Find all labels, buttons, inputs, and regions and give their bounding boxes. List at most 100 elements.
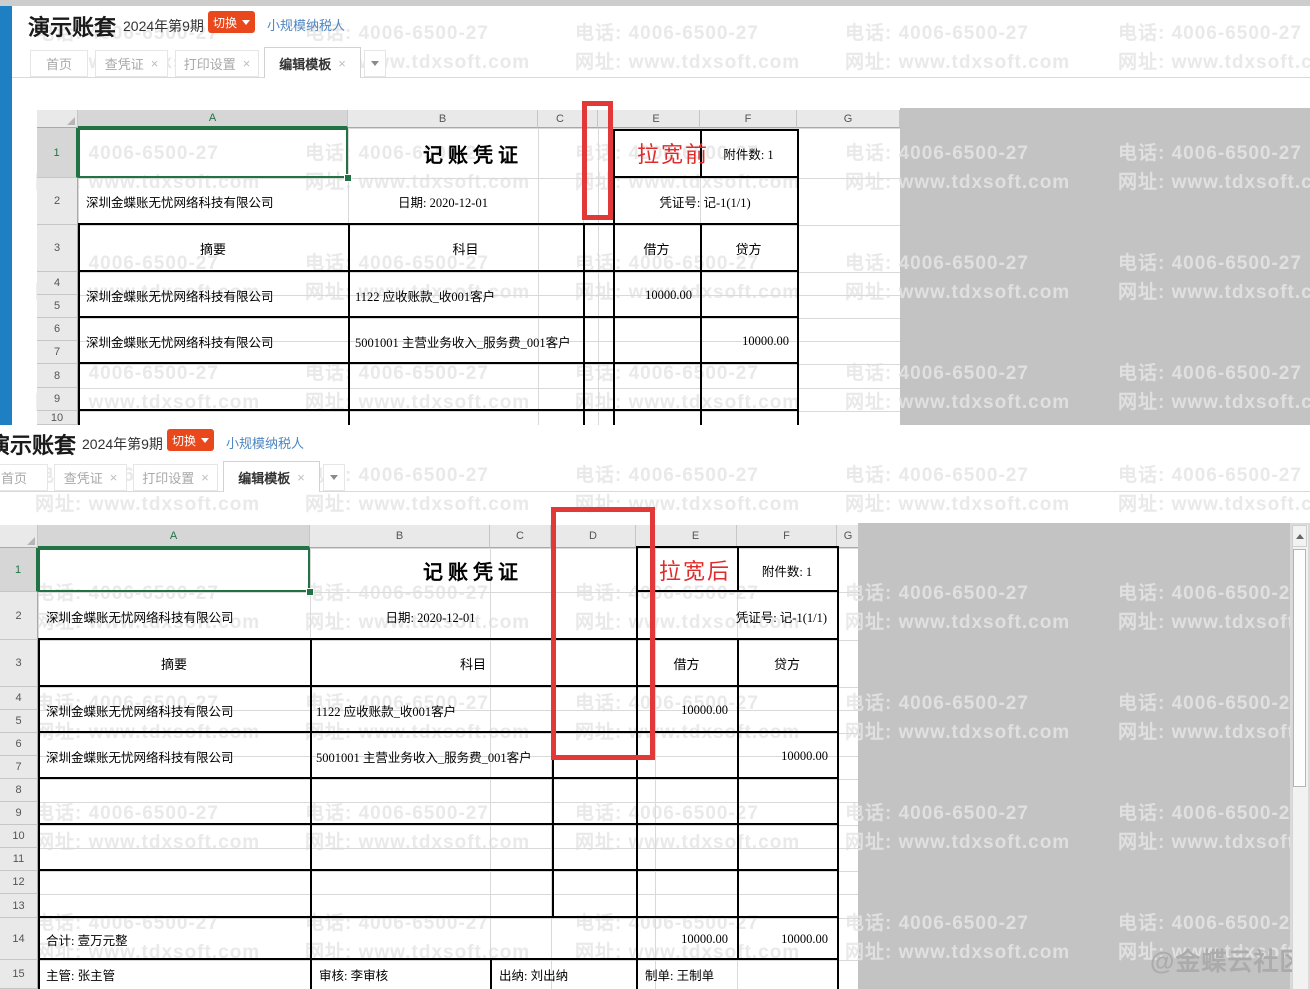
row-header-1[interactable]: 1 [37,128,78,178]
selection-fill-handle[interactable] [306,588,314,596]
cell-voucher_no[interactable]: 凭证号: 记-1(1/1) [636,592,832,640]
cell-company[interactable]: 深圳金蝶账无忧网络科技有限公司 [82,318,344,364]
cell-cashier[interactable]: 出纳: 刘出纳 [495,960,635,989]
cell-entry1_debit[interactable]: 10000.00 [613,272,697,318]
cell-before_label[interactable]: 拉宽前 [613,128,733,178]
cell-company[interactable]: 深圳金蝶账无忧网络科技有限公司 [42,733,308,779]
tab-label: 编辑模板 [238,468,290,487]
row-header-15[interactable]: 15 [0,960,38,989]
cell-preparer[interactable]: 制单: 王制单 [641,960,831,989]
cell-total_debit[interactable]: 10000.00 [636,918,733,960]
scroll-up-button[interactable] [1292,525,1307,547]
cell-company[interactable]: 深圳金蝶账无忧网络科技有限公司 [42,592,308,640]
switch-account-button[interactable]: 切换 [208,11,255,33]
row-header-3[interactable]: 3 [37,225,78,272]
row-header-1[interactable]: 1 [0,548,38,592]
column-header-E[interactable]: E [655,525,737,548]
switch-account-button[interactable]: 切换 [167,429,214,451]
row-header-11[interactable]: 11 [0,848,38,871]
column-header-G[interactable]: G [797,110,900,128]
tab-打印设置[interactable]: 打印设置× [175,50,259,77]
cell-entry1_account[interactable]: 1122 应收账款_收001客户 [351,272,581,318]
cell-col_account[interactable]: 科目 [348,225,583,272]
cell-date[interactable]: 日期: 2020-12-01 [348,178,538,225]
row-header-7[interactable]: 7 [37,341,78,364]
column-header-G[interactable]: G [837,525,860,548]
column-header-F[interactable]: F [700,110,797,128]
screenshot-after: 演示账套 2024年第9期 切换 小规模纳税人 首页查凭证×打印设置×编辑模板×… [0,425,1310,989]
row-header-14[interactable]: 14 [0,918,38,960]
cell-entry2_credit[interactable]: 10000.00 [700,318,794,364]
tab-查凭证[interactable]: 查凭证× [95,50,168,77]
tab-list-dropdown[interactable] [323,464,345,491]
cell-company[interactable]: 深圳金蝶账无忧网络科技有限公司 [82,272,344,318]
column-header-E[interactable]: E [613,110,700,128]
cell-attachments[interactable]: 附件数: 1 [737,548,837,592]
tab-首页[interactable]: 首页 [30,50,88,77]
select-all-corner[interactable] [37,110,78,128]
cell-entry2_account[interactable]: 5001001 主营业务收入_服务费_001客户 [351,318,581,364]
close-icon[interactable]: × [243,56,251,71]
cell-after_label[interactable]: 拉宽后 [640,548,750,592]
row-header-13[interactable]: 13 [0,894,38,918]
cell-date[interactable]: 日期: 2020-12-01 [310,592,551,640]
voucher-border [78,409,799,411]
cell-col_debit[interactable]: 借方 [613,225,700,272]
tab-首页[interactable]: 首页 [0,464,48,491]
row-header-3[interactable]: 3 [0,640,38,687]
cell-total_credit[interactable]: 10000.00 [737,918,833,960]
row-header-6[interactable]: 6 [37,318,78,341]
tab-打印设置[interactable]: 打印设置× [133,464,218,491]
row-header-2[interactable]: 2 [37,178,78,225]
cell-col_summary[interactable]: 摘要 [38,640,310,687]
close-icon[interactable]: × [201,470,209,485]
select-all-corner[interactable] [0,525,38,548]
cell-company[interactable]: 深圳金蝶账无忧网络科技有限公司 [42,687,308,733]
tab-list-dropdown[interactable] [364,50,386,77]
tab-查凭证[interactable]: 查凭证× [54,464,127,491]
row-header-10[interactable]: 10 [37,411,78,425]
selection-fill-handle[interactable] [344,174,352,182]
scrollbar-thumb[interactable] [1293,549,1306,787]
tab-编辑模板[interactable]: 编辑模板 × [223,461,320,492]
cell-entry2_credit[interactable]: 10000.00 [737,733,833,779]
row-header-6[interactable]: 6 [0,733,38,756]
row-header-2[interactable]: 2 [0,592,38,640]
cell-manager[interactable]: 主管: 张主管 [42,960,242,989]
taxpayer-type-link[interactable]: 小规模纳税人 [267,15,345,34]
close-icon[interactable]: × [110,470,118,485]
row-header-7[interactable]: 7 [0,756,38,779]
row-header-10[interactable]: 10 [0,825,38,848]
row-header-4[interactable]: 4 [0,687,38,710]
row-header-9[interactable]: 9 [0,802,38,825]
column-header-B[interactable]: B [310,525,490,548]
cell-col_summary[interactable]: 摘要 [78,225,348,272]
taxpayer-type-link[interactable]: 小规模纳税人 [226,433,304,452]
cell-col_credit[interactable]: 贷方 [737,640,837,687]
column-header-A[interactable]: A [78,110,348,128]
cell-company[interactable]: 深圳金蝶账无忧网络科技有限公司 [82,178,344,225]
column-header-C[interactable]: C [490,525,551,548]
column-header-A[interactable]: A [38,525,310,548]
tab-编辑模板[interactable]: 编辑模板× [264,47,361,78]
row-header-9[interactable]: 9 [37,388,78,411]
column-header-C[interactable]: C [538,110,583,128]
row-header-4[interactable]: 4 [37,272,78,295]
cell-col_credit[interactable]: 贷方 [700,225,797,272]
column-header-B[interactable]: B [348,110,538,128]
close-icon[interactable]: × [297,470,305,485]
close-icon[interactable]: × [338,56,346,71]
row-header-8[interactable]: 8 [37,364,78,388]
cell-total_label[interactable]: 合计: 壹万元整 [42,918,342,960]
voucher-border [38,916,839,918]
row-header-5[interactable]: 5 [37,295,78,318]
cell-voucher_no[interactable]: 凭证号: 记-1(1/1) [613,178,797,225]
active-cell-selection [38,548,310,592]
cell-title[interactable]: 记账凭证 [348,128,598,178]
row-header-12[interactable]: 12 [0,871,38,894]
row-header-8[interactable]: 8 [0,779,38,802]
column-header-F[interactable]: F [737,525,837,548]
cell-auditor[interactable]: 审核: 李审核 [315,960,485,989]
close-icon[interactable]: × [151,56,159,71]
row-header-5[interactable]: 5 [0,710,38,733]
